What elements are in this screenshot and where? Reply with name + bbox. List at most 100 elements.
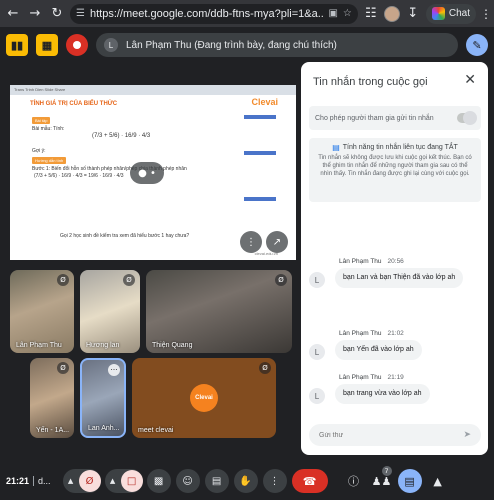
message-time: 20:56 (387, 258, 404, 265)
chevron-up-icon[interactable]: ▲ (105, 477, 121, 485)
participant-name: Lân Phạm Thu (16, 342, 62, 349)
clevai-logo: Clevai (190, 384, 218, 412)
fullscreen-icon[interactable]: ↗ (266, 231, 288, 253)
persistent-chat-info: ▤ Tính năng tin nhắn liên tục đang TẮT Ti… (309, 138, 481, 202)
mic-off-icon: Ø (57, 274, 69, 286)
slide-tag: Bài tập (32, 117, 51, 124)
more-options-icon[interactable]: ⋯ (108, 364, 120, 376)
participant-tile[interactable]: Ø Clevai meet clevai (132, 358, 276, 438)
info-title: Tính năng tin nhắn liên tục đang TẮT (342, 144, 458, 151)
message-time: 21:19 (387, 374, 404, 381)
message-sender: Lân Phạm Thu (339, 374, 382, 381)
mic-off-button[interactable]: Ø (78, 470, 101, 492)
participant-name: Yến - 1A... (36, 427, 70, 434)
bookmark-icon[interactable]: ☆ (343, 8, 352, 19)
slide-tag: Hướng dẫn tính (32, 157, 67, 164)
message-icon: ▤ (332, 143, 340, 152)
recording-icon[interactable] (66, 34, 88, 56)
message-sender: Lân Phạm Thu (339, 258, 382, 265)
participant-tile-self[interactable]: ⋯ Lan Anh... (80, 358, 126, 438)
camera-off-button[interactable]: □ (120, 470, 143, 492)
slide-math: (7/3 + 5/6) · 16/9 · 4/3 (92, 133, 151, 139)
sender-avatar: L (309, 272, 325, 288)
allow-messages-label: Cho phép người tham gia gửi tin nhắn (315, 114, 434, 122)
participant-name: Thiện Quang (152, 342, 193, 349)
mic-off-icon: Ø (275, 274, 287, 286)
leave-call-button[interactable]: ☎ (291, 469, 328, 493)
message-bubble[interactable]: bạn Lan và bạn Thiện đã vào lớp ah (335, 268, 464, 288)
presenter-pill: L Lân Phạm Thu (Đang trình bày, đang chú… (96, 33, 458, 57)
participant-tile[interactable]: Ø Thiện Quang (146, 270, 292, 353)
gemini-icon (431, 7, 445, 20)
slide-header: Trans Trinh Dien Slide Share (10, 85, 296, 95)
allow-messages-toggle[interactable] (457, 111, 477, 125)
mic-control-group: ▲ Ø (62, 469, 101, 493)
clock: 21:21 (6, 476, 30, 486)
chat-label: Chat (448, 8, 470, 19)
forward-icon[interactable]: → (26, 5, 44, 23)
slide-question: Gọi 2 học sinh đề kiểm tra xem đã hiểu b… (60, 233, 190, 239)
gemini-chat-button[interactable]: Chat (425, 3, 476, 24)
annotate-pen-icon[interactable]: ✎ (466, 34, 488, 56)
participant-tile[interactable]: Ø Hương lan (80, 270, 140, 353)
presenter-avatar: L (104, 38, 118, 52)
sender-avatar: L (309, 344, 325, 360)
slide-title: TÍNH GIÁ TRỊ CỦA BIỂU THỨC (30, 101, 118, 107)
send-icon[interactable]: ➤ (463, 430, 471, 440)
info-icon[interactable]: ⓘ (342, 469, 366, 493)
message-input[interactable] (319, 431, 439, 439)
download-icon[interactable]: ↧ (404, 5, 422, 23)
browser-toolbar: ← → ↻ ☰ https://meet.google.com/ddb-ftns… (0, 0, 494, 27)
meeting-code: d... (38, 476, 51, 486)
browser-menu-icon[interactable]: ⋮ (480, 7, 492, 21)
camera-control-group: ▲ □ (104, 469, 143, 493)
pin-icon[interactable]: ● • (130, 162, 164, 184)
participant-tile[interactable]: Ø Yến - 1A... (30, 358, 74, 438)
captions-button[interactable]: ▤ (204, 469, 229, 493)
address-bar[interactable]: ☰ https://meet.google.com/ddb-ftns-mya?p… (70, 3, 358, 24)
screen-share-icon[interactable]: ▣ (328, 8, 337, 19)
close-icon[interactable]: ✕ (464, 72, 476, 88)
participant-name: Hương lan (86, 342, 120, 349)
presentation-bar: ▮▮ ▦ L Lân Phạm Thu (Đang trình bày, đan… (6, 33, 488, 57)
slide-text: Gợi ý: (32, 148, 46, 154)
activities-icon[interactable]: ▲ (426, 469, 450, 493)
call-controls-bar: 21:21 d... ▲ Ø ▲ □ ▩ ☺ ▤ ✋ ⋮ ☎ ⓘ ♟♟ 7 ▤ ▲ (0, 462, 494, 500)
more-options-icon[interactable]: ⋮ (240, 231, 262, 253)
message-header: Lân Phạm Thu 21:02 (339, 330, 404, 337)
raise-hand-button[interactable]: ✋ (233, 469, 258, 493)
back-icon[interactable]: ← (4, 5, 22, 23)
chevron-up-icon[interactable]: ▲ (63, 477, 79, 485)
message-bubble[interactable]: bạn trang vừa vào lớp ah (335, 384, 430, 404)
extensions-icon[interactable]: ☷ (362, 5, 380, 23)
message-time: 21:02 (387, 330, 404, 337)
reload-icon[interactable]: ↻ (48, 5, 66, 23)
present-screen-button[interactable]: ▩ (146, 469, 171, 493)
url-text: https://meet.google.com/ddb-ftns-mya?pli… (89, 7, 324, 20)
people-count: 7 (381, 466, 392, 476)
pause-sharing-icon[interactable]: ▮▮ (6, 34, 28, 56)
frame-icon[interactable]: ▦ (36, 34, 58, 56)
profile-avatar[interactable] (383, 5, 400, 22)
mic-off-icon: Ø (123, 274, 135, 286)
people-icon[interactable]: ♟♟ 7 (370, 466, 394, 493)
divider (33, 476, 35, 486)
message-bubble[interactable]: bạn Yến đã vào lớp ah (335, 340, 422, 360)
sender-avatar: L (309, 388, 325, 404)
message-header: Lân Phạm Thu 21:19 (339, 374, 404, 381)
more-options-button[interactable]: ⋮ (262, 469, 287, 493)
presenter-label: Lân Phạm Thu (Đang trình bày, đang chú t… (126, 39, 337, 51)
chat-message: Lân Phạm Thu 21:19 L bạn trang vừa vào lớ… (309, 374, 479, 406)
slide-text: Bài mẫu: Tính: (32, 126, 65, 132)
mic-off-icon: Ø (57, 362, 69, 374)
slide-blue-tag (244, 197, 276, 201)
chat-icon[interactable]: ▤ (397, 469, 422, 493)
message-composer: ➤ (309, 424, 481, 446)
reactions-button[interactable]: ☺ (175, 469, 200, 493)
slide-logo: Clevai (251, 97, 278, 107)
message-sender: Lân Phạm Thu (339, 330, 382, 337)
participant-tile[interactable]: Ø Lân Phạm Thu (10, 270, 74, 353)
presentation-stage: Trans Trinh Dien Slide Share TÍNH GIÁ TR… (10, 85, 296, 260)
chat-message: Lân Phạm Thu 21:02 L bạn Yến đã vào lớp a… (309, 330, 479, 362)
site-info-icon[interactable]: ☰ (76, 8, 85, 19)
